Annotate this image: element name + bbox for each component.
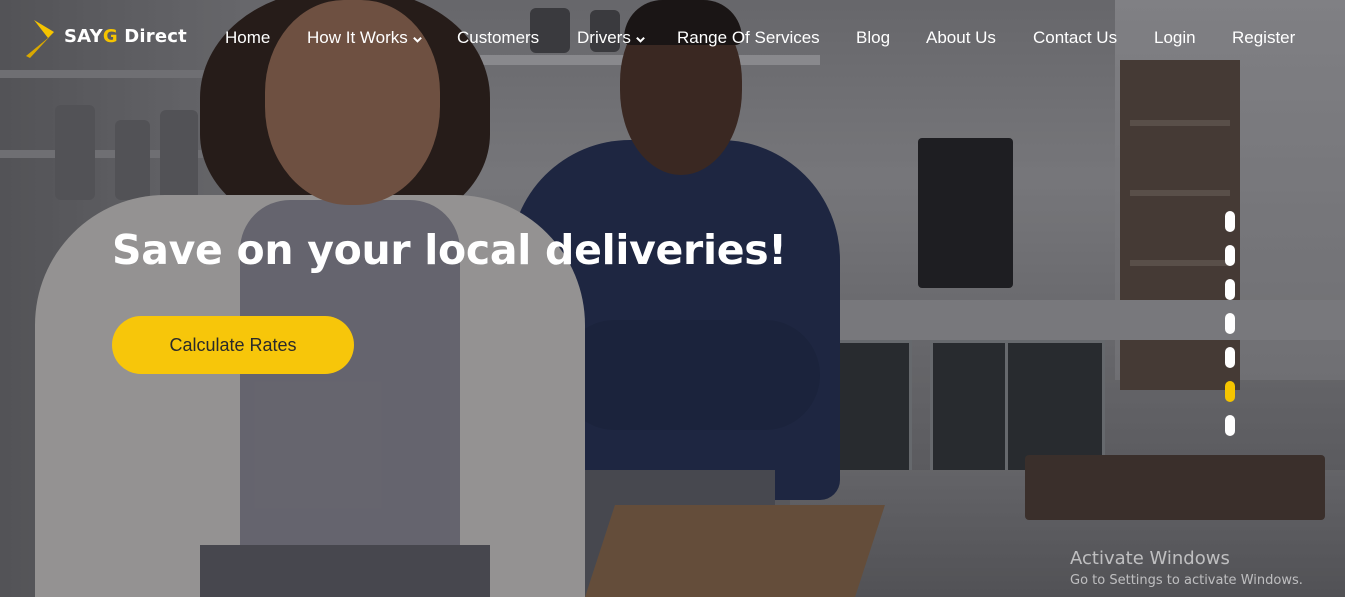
nav-drivers[interactable]: Drivers (577, 28, 646, 48)
nav-register[interactable]: Register (1232, 28, 1295, 48)
nav-contact-us[interactable]: Contact Us (1033, 28, 1117, 48)
slide-dot-1[interactable] (1225, 211, 1235, 232)
calculate-rates-button[interactable]: Calculate Rates (112, 316, 354, 374)
slide-dot-3[interactable] (1225, 279, 1235, 300)
nav-how-it-works[interactable]: How It Works (307, 28, 423, 48)
watermark-title: Activate Windows (1070, 548, 1230, 569)
nav-customers[interactable]: Customers (457, 28, 539, 48)
brand-name: SAYG Direct (64, 25, 187, 47)
slide-dot-2[interactable] (1225, 245, 1235, 266)
chevron-down-icon (412, 36, 422, 43)
watermark-subtitle: Go to Settings to activate Windows. (1070, 573, 1303, 588)
activate-windows-watermark: Activate Windows Go to Settings to activ… (1070, 548, 1303, 588)
hero-dark-overlay (0, 0, 1345, 597)
slide-dot-7[interactable] (1225, 415, 1235, 436)
hero-headline: Save on your local deliveries! (112, 226, 787, 274)
slide-dot-4[interactable] (1225, 313, 1235, 334)
chevron-down-icon (635, 36, 645, 43)
brand-logo[interactable]: SAYG Direct (26, 18, 187, 58)
nav-login[interactable]: Login (1154, 28, 1196, 48)
nav-blog[interactable]: Blog (856, 28, 890, 48)
nav-home[interactable]: Home (225, 28, 270, 48)
brand-chevron-icon (26, 18, 60, 58)
top-navigation: SAYG Direct Home How It Works Customers … (0, 0, 1345, 78)
nav-range-of-services[interactable]: Range Of Services (677, 28, 820, 48)
slide-dot-6-active[interactable] (1225, 381, 1235, 402)
slide-dot-5[interactable] (1225, 347, 1235, 368)
nav-about-us[interactable]: About Us (926, 28, 996, 48)
